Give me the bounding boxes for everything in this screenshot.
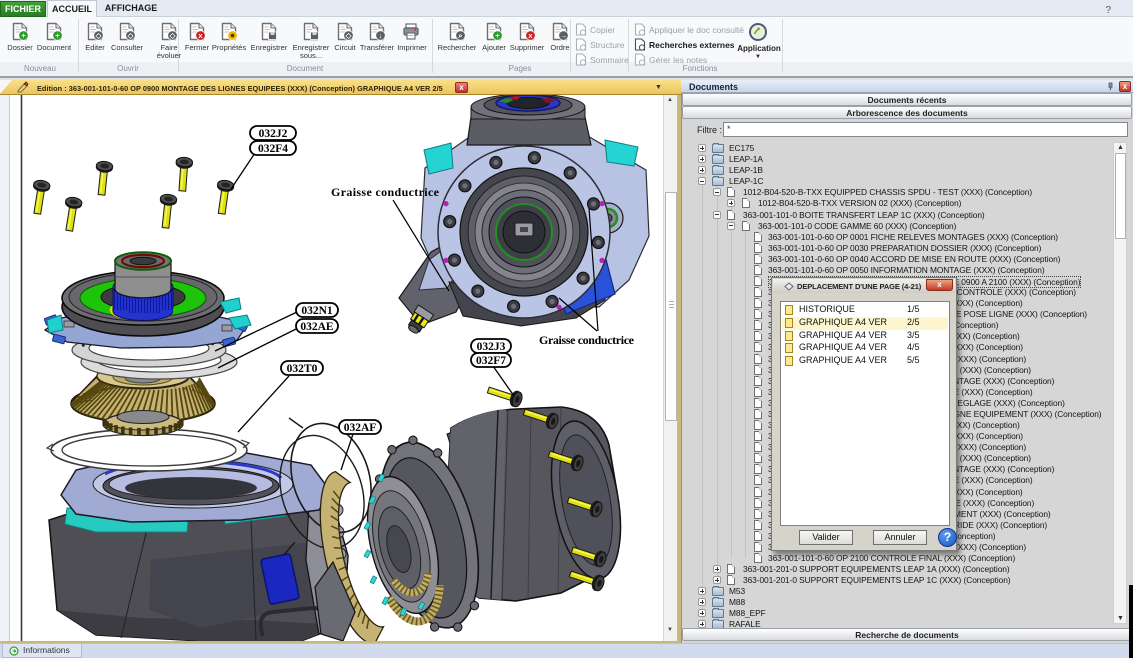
- svg-text:⌕: ⌕: [457, 31, 462, 40]
- svg-text:Graisse conductrice: Graisse conductrice: [539, 333, 635, 347]
- svg-text:032F7: 032F7: [476, 355, 506, 367]
- svg-text:↓: ↓: [379, 31, 383, 40]
- svg-text:032AF: 032AF: [344, 422, 377, 434]
- svg-text:+: +: [21, 31, 26, 40]
- svg-text:+: +: [55, 31, 60, 40]
- svg-text:032T0: 032T0: [287, 363, 318, 375]
- svg-text:032AE: 032AE: [300, 321, 334, 333]
- svg-text:Graisse conductrice: Graisse conductrice: [331, 185, 440, 199]
- svg-text:032J3: 032J3: [477, 341, 506, 353]
- svg-text:032F4: 032F4: [258, 143, 288, 155]
- svg-text:032J2: 032J2: [259, 128, 288, 140]
- svg-text:032N1: 032N1: [301, 305, 333, 317]
- svg-text:→: →: [560, 31, 568, 40]
- svg-text:+: +: [495, 31, 500, 40]
